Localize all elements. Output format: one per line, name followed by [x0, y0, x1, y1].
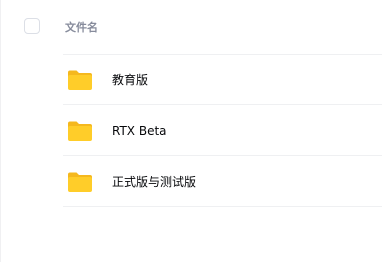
column-header-filename[interactable]: 文件名 [65, 21, 98, 35]
list-item[interactable]: RTX Beta [0, 105, 382, 156]
folder-name: 教育版 [112, 73, 149, 87]
row-divider [63, 206, 382, 207]
list-item[interactable]: 教育版 [0, 54, 382, 105]
file-list-header: 文件名 [0, 0, 382, 54]
list-item[interactable]: 正式版与测试版 [0, 156, 382, 207]
folder-icon [68, 121, 92, 141]
select-all-checkbox[interactable] [24, 18, 40, 34]
folder-name: RTX Beta [112, 124, 167, 138]
folder-icon [68, 172, 92, 192]
file-list-panel: 文件名 教育版 RTX Beta 正式版与测试版 [0, 0, 382, 262]
row-divider [63, 54, 382, 55]
folder-name: 正式版与测试版 [112, 175, 197, 189]
folder-icon [68, 70, 92, 90]
